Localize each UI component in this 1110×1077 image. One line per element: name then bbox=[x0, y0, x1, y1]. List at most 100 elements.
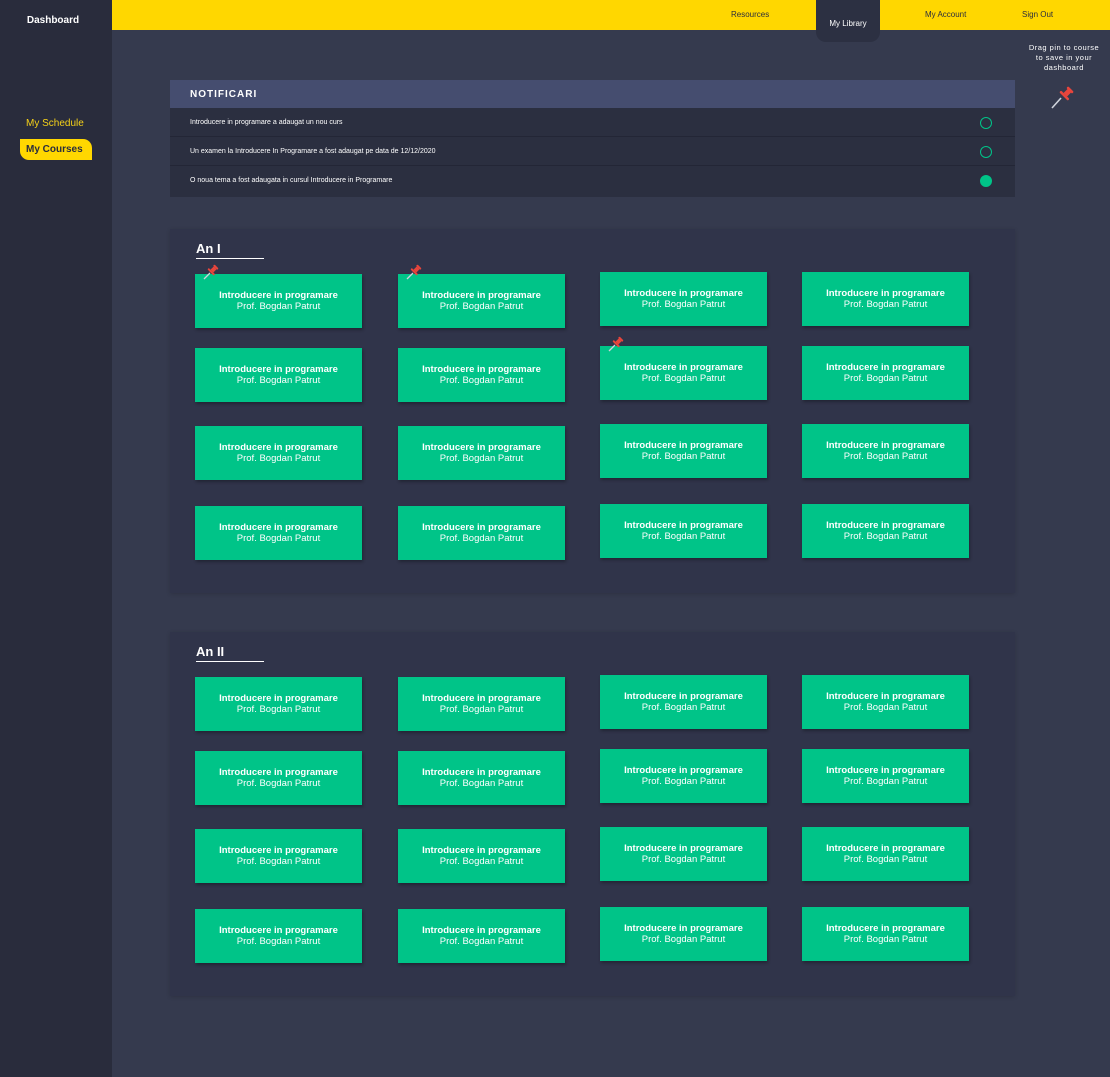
pushpin-icon[interactable] bbox=[405, 264, 423, 280]
course-name: Introducere in programare bbox=[624, 843, 743, 854]
course-card[interactable]: Introducere in programare Prof. Bogdan Pa… bbox=[600, 749, 767, 803]
course-card[interactable]: Introducere in programare Prof. Bogdan Pa… bbox=[195, 751, 362, 805]
course-professor: Prof. Bogdan Patrut bbox=[236, 375, 321, 386]
sidebar-item-my-schedule[interactable]: My Schedule bbox=[26, 118, 84, 129]
course-name: Introducere in programare bbox=[219, 767, 338, 778]
course-professor: Prof. Bogdan Patrut bbox=[641, 373, 726, 384]
course-card[interactable]: Introducere in programare Prof. Bogdan Pa… bbox=[398, 909, 565, 963]
nav-my-library[interactable]: My Library bbox=[816, 0, 880, 42]
course-name: Introducere in programare bbox=[422, 290, 541, 301]
course-card[interactable]: Introducere in programare Prof. Bogdan Pa… bbox=[802, 827, 969, 881]
course-card[interactable]: Introducere in programare Prof. Bogdan Pa… bbox=[195, 909, 362, 963]
course-card[interactable]: Introducere in programare Prof. Bogdan Pa… bbox=[398, 677, 565, 731]
course-card[interactable]: Introducere in programare Prof. Bogdan Pa… bbox=[600, 424, 767, 478]
course-professor: Prof. Bogdan Patrut bbox=[843, 854, 928, 865]
course-card[interactable]: Introducere in programare Prof. Bogdan Pa… bbox=[398, 274, 565, 328]
course-name: Introducere in programare bbox=[826, 288, 945, 299]
course-name: Introducere in programare bbox=[826, 765, 945, 776]
read-status-icon[interactable] bbox=[980, 175, 992, 187]
course-professor: Prof. Bogdan Patrut bbox=[439, 375, 524, 386]
course-professor: Prof. Bogdan Patrut bbox=[843, 373, 928, 384]
year-title-underline bbox=[196, 258, 264, 259]
course-card[interactable]: Introducere in programare Prof. Bogdan Pa… bbox=[600, 907, 767, 961]
course-professor: Prof. Bogdan Patrut bbox=[641, 451, 726, 462]
course-name: Introducere in programare bbox=[422, 845, 541, 856]
pushpin-icon[interactable] bbox=[1049, 84, 1077, 110]
pushpin-icon[interactable] bbox=[607, 336, 625, 352]
course-professor: Prof. Bogdan Patrut bbox=[439, 301, 524, 312]
course-professor: Prof. Bogdan Patrut bbox=[236, 301, 321, 312]
course-card[interactable]: Introducere in programare Prof. Bogdan Pa… bbox=[802, 907, 969, 961]
year-title: An I bbox=[196, 241, 221, 256]
notification-text: O noua tema a fost adaugata in cursul In… bbox=[190, 177, 393, 184]
year-title-underline bbox=[196, 661, 264, 662]
course-name: Introducere in programare bbox=[422, 925, 541, 936]
notification-text: Un examen la Introducere In Programare a… bbox=[190, 147, 436, 155]
course-card[interactable]: Introducere in programare Prof. Bogdan Pa… bbox=[802, 346, 969, 400]
nav-my-account[interactable]: My Account bbox=[925, 10, 966, 19]
notification-item[interactable]: Un examen la Introducere In Programare a… bbox=[170, 137, 1015, 166]
course-card[interactable]: Introducere in programare Prof. Bogdan Pa… bbox=[802, 749, 969, 803]
course-card[interactable]: Introducere in programare Prof. Bogdan Pa… bbox=[195, 426, 362, 480]
course-card[interactable]: Introducere in programare Prof. Bogdan Pa… bbox=[195, 829, 362, 883]
course-card[interactable]: Introducere in programare Prof. Bogdan Pa… bbox=[398, 751, 565, 805]
course-professor: Prof. Bogdan Patrut bbox=[843, 776, 928, 787]
course-professor: Prof. Bogdan Patrut bbox=[236, 856, 321, 867]
notification-text: Introducere in programare a adaugat un n… bbox=[190, 118, 343, 126]
course-card[interactable]: Introducere in programare Prof. Bogdan Pa… bbox=[398, 506, 565, 560]
brand-dashboard[interactable]: Dashboard bbox=[0, 0, 106, 40]
course-card[interactable]: Introducere in programare Prof. Bogdan Pa… bbox=[398, 829, 565, 883]
course-card[interactable]: Introducere in programare Prof. Bogdan Pa… bbox=[398, 426, 565, 480]
course-name: Introducere in programare bbox=[624, 362, 743, 373]
course-name: Introducere in programare bbox=[219, 364, 338, 375]
notification-item[interactable]: Introducere in programare a adaugat un n… bbox=[170, 108, 1015, 137]
course-professor: Prof. Bogdan Patrut bbox=[236, 778, 321, 789]
course-professor: Prof. Bogdan Patrut bbox=[641, 854, 726, 865]
course-name: Introducere in programare bbox=[826, 362, 945, 373]
course-professor: Prof. Bogdan Patrut bbox=[439, 778, 524, 789]
course-name: Introducere in programare bbox=[219, 442, 338, 453]
course-card[interactable]: Introducere in programare Prof. Bogdan Pa… bbox=[195, 506, 362, 560]
course-name: Introducere in programare bbox=[624, 288, 743, 299]
course-professor: Prof. Bogdan Patrut bbox=[641, 702, 726, 713]
course-card[interactable]: Introducere in programare Prof. Bogdan Pa… bbox=[600, 504, 767, 558]
course-name: Introducere in programare bbox=[624, 691, 743, 702]
course-card[interactable]: Introducere in programare Prof. Bogdan Pa… bbox=[600, 346, 767, 400]
course-card[interactable]: Introducere in programare Prof. Bogdan Pa… bbox=[802, 424, 969, 478]
course-card[interactable]: Introducere in programare Prof. Bogdan Pa… bbox=[802, 504, 969, 558]
course-professor: Prof. Bogdan Patrut bbox=[641, 934, 726, 945]
course-card[interactable]: Introducere in programare Prof. Bogdan Pa… bbox=[600, 675, 767, 729]
year-section-1: An I Introducere in programare Prof. Bogd… bbox=[170, 229, 1015, 593]
course-card[interactable]: Introducere in programare Prof. Bogdan Pa… bbox=[195, 274, 362, 328]
pushpin-icon[interactable] bbox=[202, 264, 220, 280]
course-name: Introducere in programare bbox=[826, 691, 945, 702]
nav-resources[interactable]: Resources bbox=[731, 10, 769, 19]
notifications-title: NOTIFICARI bbox=[170, 80, 1015, 108]
course-card[interactable]: Introducere in programare Prof. Bogdan Pa… bbox=[195, 677, 362, 731]
course-name: Introducere in programare bbox=[422, 693, 541, 704]
course-professor: Prof. Bogdan Patrut bbox=[236, 704, 321, 715]
pin-hint-text: Drag pin to course to save in your dashb… bbox=[1028, 43, 1100, 72]
course-card[interactable]: Introducere in programare Prof. Bogdan Pa… bbox=[195, 348, 362, 402]
course-name: Introducere in programare bbox=[219, 693, 338, 704]
sidebar-item-my-courses[interactable]: My Courses bbox=[20, 139, 92, 160]
unread-status-icon[interactable] bbox=[980, 117, 992, 129]
year-title: An II bbox=[196, 644, 225, 659]
course-card[interactable]: Introducere in programare Prof. Bogdan Pa… bbox=[600, 272, 767, 326]
course-name: Introducere in programare bbox=[624, 923, 743, 934]
course-card[interactable]: Introducere in programare Prof. Bogdan Pa… bbox=[600, 827, 767, 881]
notifications-panel: NOTIFICARI Introducere in programare a a… bbox=[170, 80, 1015, 197]
course-professor: Prof. Bogdan Patrut bbox=[843, 934, 928, 945]
course-name: Introducere in programare bbox=[219, 522, 338, 533]
unread-status-icon[interactable] bbox=[980, 146, 992, 158]
course-professor: Prof. Bogdan Patrut bbox=[843, 702, 928, 713]
course-card[interactable]: Introducere in programare Prof. Bogdan Pa… bbox=[802, 675, 969, 729]
course-professor: Prof. Bogdan Patrut bbox=[843, 299, 928, 310]
course-name: Introducere in programare bbox=[826, 440, 945, 451]
nav-sign-out[interactable]: Sign Out bbox=[1022, 10, 1053, 19]
notification-item[interactable]: O noua tema a fost adaugata in cursul In… bbox=[170, 166, 1015, 195]
course-professor: Prof. Bogdan Patrut bbox=[439, 533, 524, 544]
course-card[interactable]: Introducere in programare Prof. Bogdan Pa… bbox=[398, 348, 565, 402]
course-professor: Prof. Bogdan Patrut bbox=[439, 453, 524, 464]
course-card[interactable]: Introducere in programare Prof. Bogdan Pa… bbox=[802, 272, 969, 326]
